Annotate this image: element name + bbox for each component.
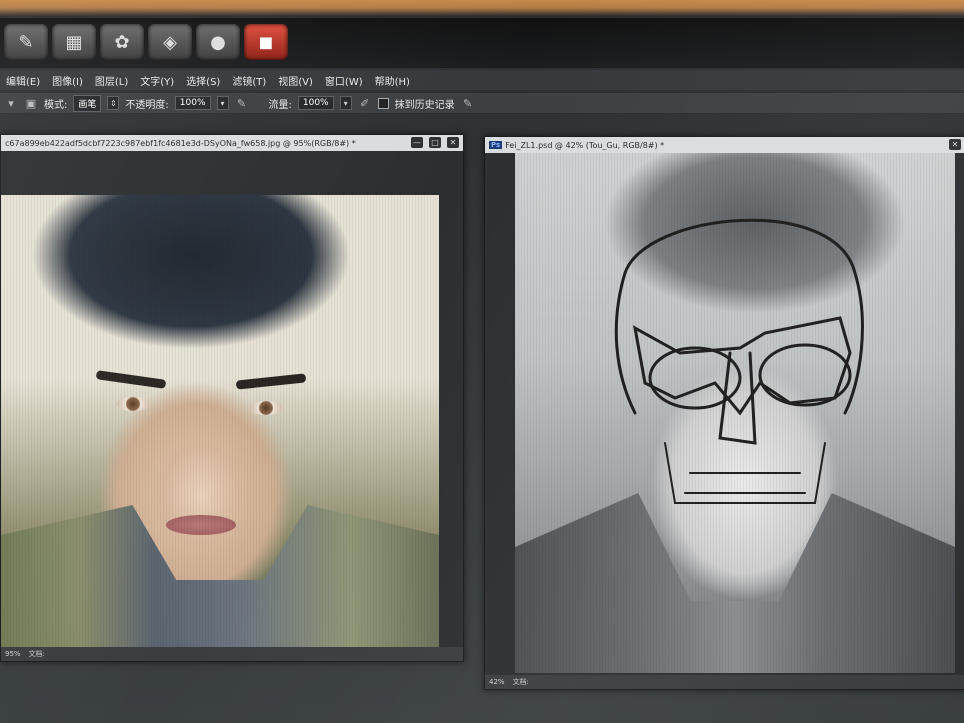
document-title-bar[interactable]: c67a899eb422adf5dcbf7223c987ebf1fc4681e3… — [1, 135, 463, 151]
app-taskbar: ✎ ▦ ✿ ◈ ● ◼ — [0, 18, 964, 68]
history-checkbox[interactable] — [377, 97, 389, 109]
tool-options-bar: ▾ ▣ 模式: 画笔 ⇕ 不透明度: 100% ▾ ✎ 流量: 100% ▾ ✐… — [0, 92, 964, 114]
photoshop-badge-icon: Ps — [489, 141, 503, 149]
app-icon-1[interactable]: ✎ — [4, 24, 48, 60]
mode-select[interactable]: 画笔 — [73, 94, 102, 112]
menu-window[interactable]: 窗口(W) — [325, 73, 363, 88]
mode-chevron-icon[interactable]: ⇕ — [107, 96, 120, 110]
left-eye — [116, 397, 150, 411]
menu-type[interactable]: 文字(Y) — [140, 73, 174, 88]
portrait-image — [1, 195, 439, 647]
window-controls: ✕ — [949, 139, 961, 150]
maximize-icon[interactable]: □ — [429, 137, 441, 148]
menu-view[interactable]: 视图(V) — [278, 73, 313, 88]
opacity-label: 不透明度: — [125, 99, 169, 111]
close-icon[interactable]: ✕ — [447, 137, 459, 148]
status-bar: 42% 文档: — [485, 675, 964, 689]
doc-info[interactable]: 文档: — [513, 677, 529, 687]
menu-filter[interactable]: 滤镜(T) — [232, 73, 266, 88]
tool-preset-icon[interactable]: ▾ — [4, 96, 18, 110]
document-window-right: Ps Fei_ZL1.psd @ 42% (Tou_Gu, RGB/8#) * … — [484, 136, 964, 690]
canvas-area[interactable] — [485, 153, 964, 675]
skull-side — [614, 271, 637, 415]
status-bar: 95% 文档: — [1, 647, 463, 661]
opacity-field[interactable]: 100% — [174, 96, 211, 110]
app-icon-2[interactable]: ▦ — [52, 24, 96, 60]
window-controls: — □ ✕ — [411, 137, 459, 148]
flow-field[interactable]: 100% — [297, 96, 334, 110]
app-icon-3[interactable]: ✿ — [100, 24, 144, 60]
eye-socket-outline — [632, 316, 852, 416]
menu-help[interactable]: 帮助(H) — [375, 73, 410, 88]
teeth-lines — [684, 472, 806, 494]
sketch-overlay-image — [515, 153, 955, 673]
mode-label: 模式: — [44, 99, 68, 111]
skull-sketch-lines — [614, 218, 864, 504]
app-icon-strip: ✎ ▦ ✿ ◈ ● ◼ — [0, 24, 288, 64]
lips — [166, 515, 236, 535]
hair-region — [1, 195, 411, 395]
pressure-opacity-icon[interactable]: ✎ — [235, 96, 249, 110]
opacity-chevron-icon[interactable]: ▾ — [216, 96, 229, 110]
document-title-bar[interactable]: Ps Fei_ZL1.psd @ 42% (Tou_Gu, RGB/8#) * … — [485, 137, 964, 153]
app-icon-5[interactable]: ● — [196, 24, 240, 60]
zoom-level[interactable]: 42% — [489, 678, 505, 686]
photoshop-app-icon[interactable]: ◼ — [244, 24, 288, 60]
pressure-size-icon[interactable]: ✎ — [461, 96, 475, 110]
brush-panel-icon[interactable]: ▣ — [24, 96, 38, 110]
flow-label: 流量: — [268, 99, 292, 111]
document-title: c67a899eb422adf5dcbf7223c987ebf1fc4681e3… — [5, 138, 356, 148]
close-icon[interactable]: ✕ — [949, 139, 961, 150]
menu-select[interactable]: 选择(S) — [186, 73, 220, 88]
app-icon-4[interactable]: ◈ — [148, 24, 192, 60]
menu-layer[interactable]: 图层(L) — [95, 73, 128, 88]
canvas-area[interactable] — [1, 151, 463, 647]
minimize-icon[interactable]: — — [411, 137, 423, 148]
menu-edit[interactable]: 编辑(E) — [6, 73, 40, 88]
document-title: Fei_ZL1.psd @ 42% (Tou_Gu, RGB/8#) * — [505, 140, 665, 150]
right-eye — [249, 401, 283, 415]
airbrush-icon[interactable]: ✐ — [358, 96, 372, 110]
history-label: 抹到历史记录 — [394, 99, 455, 111]
menu-image[interactable]: 图像(I) — [52, 73, 83, 88]
flow-chevron-icon[interactable]: ▾ — [339, 96, 352, 110]
doc-info[interactable]: 文档: — [29, 649, 45, 659]
document-window-left: c67a899eb422adf5dcbf7223c987ebf1fc4681e3… — [0, 134, 464, 662]
menu-bar: 编辑(E) 图像(I) 图层(L) 文字(Y) 选择(S) 滤镜(T) 视图(V… — [0, 70, 964, 90]
skull-outline — [623, 218, 864, 415]
right-eye-socket — [758, 343, 852, 407]
zoom-level[interactable]: 95% — [5, 650, 21, 658]
